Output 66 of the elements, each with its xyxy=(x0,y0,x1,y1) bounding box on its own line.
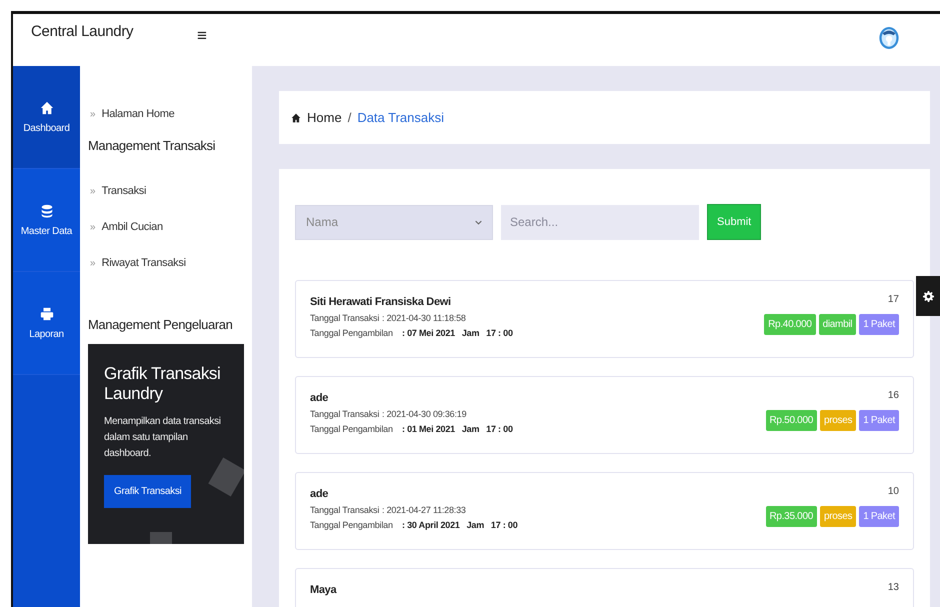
settings-icon xyxy=(922,290,934,302)
rail-item[interactable]: Master Data xyxy=(13,169,80,272)
field-value: : 30 April 2021 Jam 17 : 00 xyxy=(402,520,518,530)
status-badge: 1 Paket xyxy=(859,410,899,431)
status-badge: Rp.40.000 xyxy=(764,314,816,335)
sidebar-heading: Management Transaksi xyxy=(88,138,216,153)
rail-label: Laporan xyxy=(29,328,64,340)
field-label: Tanggal Pengambilan xyxy=(310,328,394,338)
field-label: Tanggal Transaksi xyxy=(310,409,380,419)
breadcrumb-link[interactable]: Data Transaksi xyxy=(357,110,444,125)
field-label: Tanggal Pengambilan xyxy=(310,424,394,434)
field-value: : 2021-04-30 11:18:58 xyxy=(382,313,466,323)
sidebar-link[interactable]: Halaman Home xyxy=(102,108,174,120)
status-badge: 1 Paket xyxy=(859,506,899,527)
search-field[interactable]: Search... xyxy=(501,204,699,240)
rail-label: Dashboard xyxy=(23,122,70,134)
breadcrumb-link[interactable]: Home xyxy=(307,110,342,125)
brand-title: Central Laundry xyxy=(30,22,134,40)
field-label: Tanggal Transaksi xyxy=(310,313,380,323)
transaction-number: 13 xyxy=(888,582,899,593)
sidebar-link[interactable]: Transaksi xyxy=(102,185,146,197)
field-value: : 2021-04-27 11:28:33 xyxy=(382,505,466,515)
transaction-card[interactable]: Maya 13 xyxy=(295,568,914,607)
field-label: Tanggal Pengambilan xyxy=(310,520,394,530)
sidebar-link[interactable]: Ambil Cucian xyxy=(102,221,163,233)
customer-name: Maya xyxy=(310,584,336,596)
chart-button[interactable]: Grafik Transaksi xyxy=(104,475,192,508)
printer-icon xyxy=(40,306,54,320)
transaction-card[interactable]: ade Tanggal Transaksi : 2021-04-30 09:36:19 Tanggal Pengambilan : 01 Mei 2021 Jam 17 : 00 16 Rp.50.000 proses 1 Paket xyxy=(295,376,914,454)
status-badge: diambil xyxy=(818,314,856,335)
transaction-card[interactable]: Siti Herawati Fransiska Dewi Tanggal Transaksi : 2021-04-30 11:18:58 Tanggal Pengambilan : 07 Mei 2021 Jam 17 : 00 17 Rp.40.000 diambil 1 Paket xyxy=(295,280,914,358)
status-badge: Rp.35.000 xyxy=(766,506,817,527)
status-badge: Rp.50.000 xyxy=(766,410,817,431)
promo-title: Grafik Transaksi Laundry xyxy=(104,364,222,404)
customer-name: Siti Herawati Fransiska Dewi xyxy=(310,296,452,308)
status-badge: proses xyxy=(820,410,856,431)
chevron-icon: » xyxy=(90,258,96,268)
field-value: : 01 Mei 2021 Jam 17 : 00 xyxy=(402,424,513,434)
rail-item[interactable]: Dashboard xyxy=(13,66,80,169)
chevron-icon: » xyxy=(90,108,96,120)
chevron-down-icon xyxy=(475,220,482,224)
customer-name: ade xyxy=(310,488,330,500)
home-icon xyxy=(291,112,301,122)
status-badge: proses xyxy=(820,506,856,527)
menu-button[interactable]: ≡ xyxy=(197,26,207,46)
transaction-card[interactable]: ade Tanggal Transaksi : 2021-04-27 11:28:33 Tanggal Pengambilan : 30 April 2021 Jam 17 : 00 10 Rp.35.000 proses 1 Paket xyxy=(295,472,914,550)
rail-label: Master Data xyxy=(20,226,72,236)
avatar-icon xyxy=(878,25,900,51)
status-badge: 1 Paket xyxy=(859,314,899,335)
database-icon xyxy=(40,204,54,218)
home-icon xyxy=(40,100,54,114)
field-value: : 07 Mei 2021 Jam 17 : 00 xyxy=(402,328,513,338)
settings-button[interactable] xyxy=(916,276,940,316)
transaction-number: 16 xyxy=(888,390,899,401)
field-value: : 2021-04-30 09:36:19 xyxy=(382,409,466,419)
sidebar-link[interactable]: Riwayat Transaksi xyxy=(102,257,186,269)
rail-item[interactable]: Laporan xyxy=(13,272,80,375)
transaction-number: 17 xyxy=(888,294,899,305)
customer-name: ade xyxy=(310,392,330,404)
promo-text: Menampilkan data transaksi dalam satu tampilan dashboard. xyxy=(104,415,222,461)
chevron-icon: » xyxy=(90,222,96,232)
sidebar-heading: Management Pengeluaran xyxy=(88,317,234,332)
field-label: Tanggal Transaksi xyxy=(310,505,380,515)
chevron-icon: » xyxy=(90,186,96,196)
transaction-number: 10 xyxy=(888,486,899,497)
breadcrumb-separator: / xyxy=(348,110,352,125)
